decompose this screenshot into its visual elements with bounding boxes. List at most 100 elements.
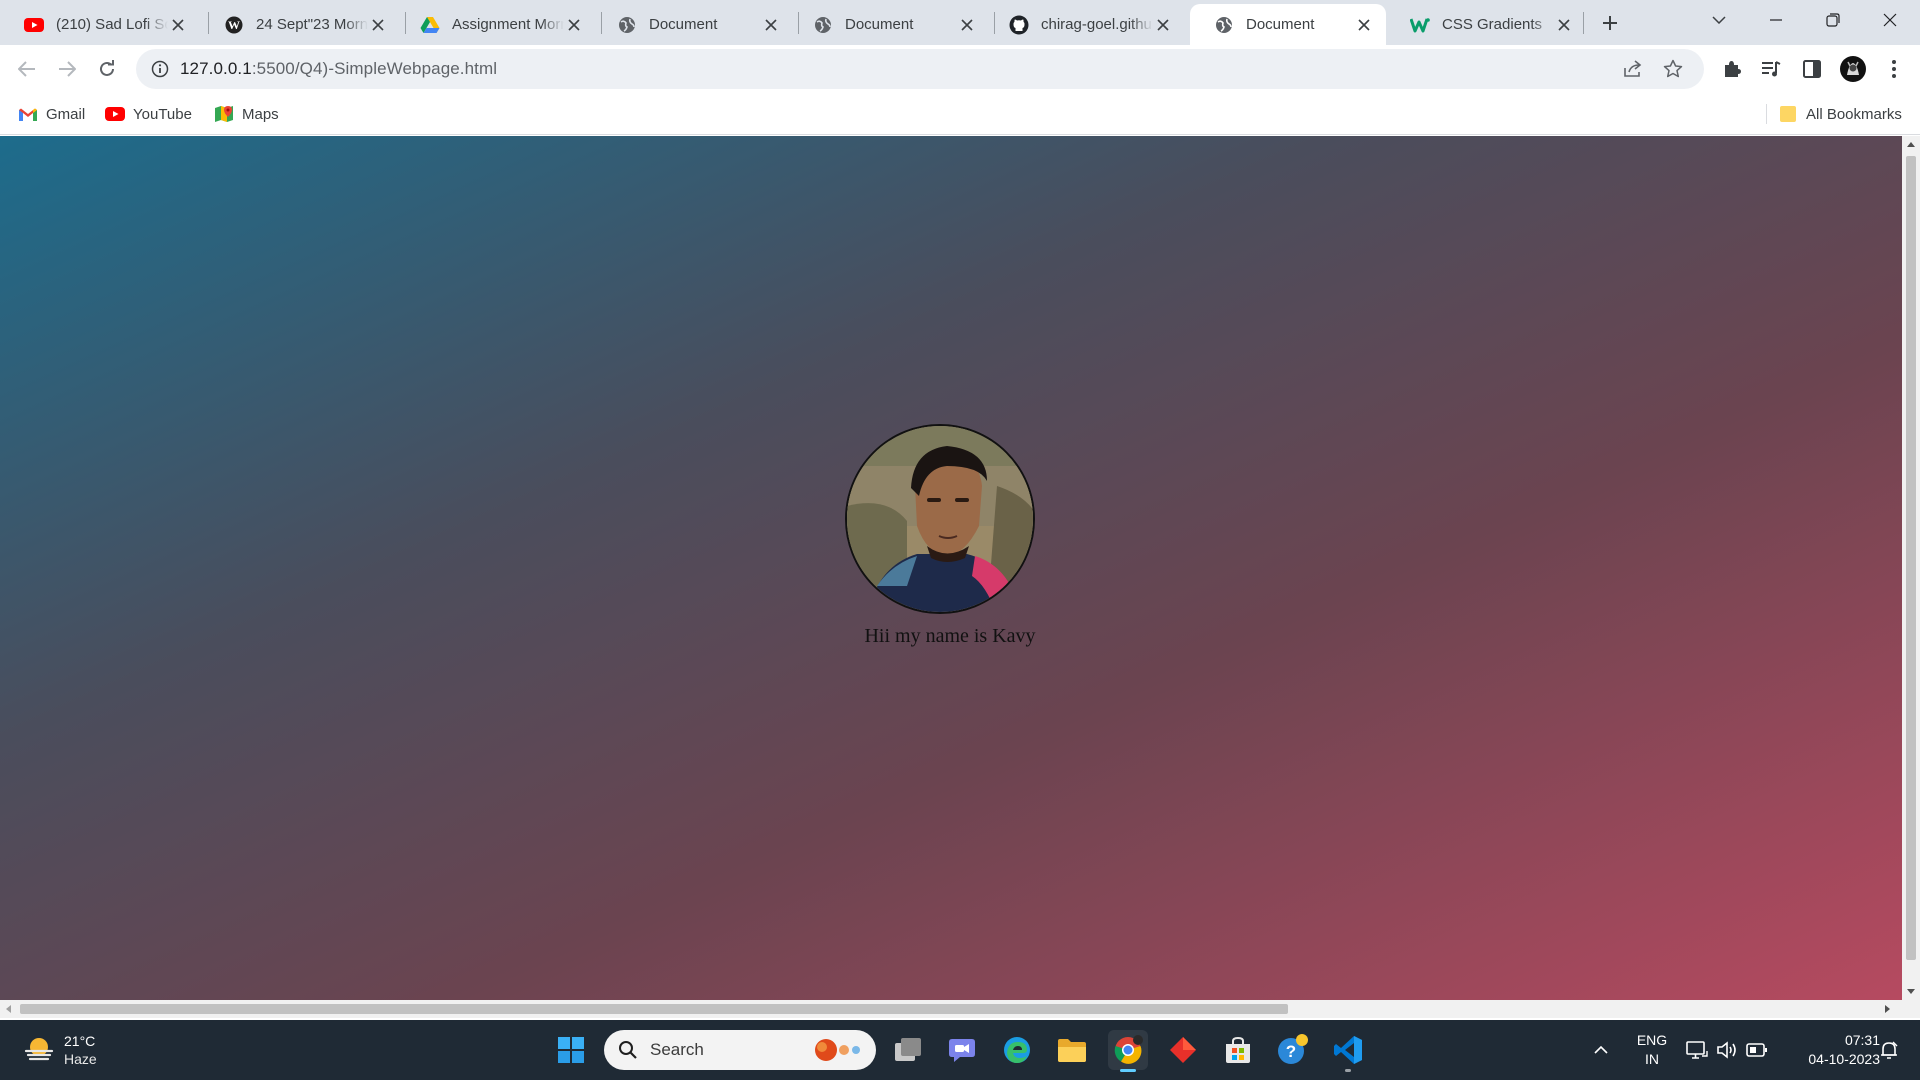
minimize-button[interactable] bbox=[1748, 0, 1804, 40]
bookmark-label: Gmail bbox=[46, 105, 86, 123]
weather-widget[interactable]: 21°C Haze bbox=[22, 1032, 97, 1068]
scroll-right-icon[interactable] bbox=[1885, 1005, 1890, 1013]
tab-1[interactable]: (210) Sad Lofi Songs bbox=[0, 4, 200, 45]
bookmark-youtube[interactable]: YouTube bbox=[105, 102, 192, 126]
close-icon[interactable] bbox=[957, 15, 977, 35]
media-controls-icon[interactable] bbox=[1757, 55, 1785, 83]
tab-title: 24 Sept"23 Morning bbox=[256, 16, 368, 33]
haze-sun-icon bbox=[24, 1038, 54, 1061]
tab-title: Assignment Morning bbox=[452, 16, 564, 33]
intro-text: Hii my name is Kavy bbox=[864, 625, 1036, 647]
horizontal-scrollbar[interactable] bbox=[0, 1000, 1920, 1018]
more-menu-icon[interactable] bbox=[1880, 55, 1908, 83]
get-help-button[interactable]: ? bbox=[1273, 1030, 1313, 1070]
youtube-icon bbox=[105, 104, 125, 124]
running-app-indicator bbox=[1345, 1069, 1351, 1072]
active-app-indicator bbox=[1120, 1069, 1136, 1072]
horizontal-scroll-thumb[interactable] bbox=[20, 1004, 1288, 1014]
show-hidden-icons-button[interactable] bbox=[1588, 1020, 1614, 1080]
tab-search-button[interactable] bbox=[1691, 0, 1747, 40]
clock[interactable]: 07:31 04-10-2023 bbox=[1780, 1020, 1880, 1080]
tab-2[interactable]: W 24 Sept"23 Morning bbox=[200, 4, 400, 45]
profile-avatar-icon[interactable] bbox=[1839, 55, 1867, 83]
globe-icon bbox=[617, 15, 637, 35]
teams-chat-button[interactable] bbox=[942, 1030, 982, 1070]
diamond-app-icon bbox=[1170, 1037, 1196, 1063]
bookmark-maps[interactable]: Maps bbox=[214, 102, 279, 126]
tab-title: Document bbox=[649, 16, 718, 33]
share-icon[interactable] bbox=[1621, 57, 1645, 81]
reload-button[interactable] bbox=[89, 51, 125, 87]
windows-taskbar: 21°C Haze Search ? ENG IN 07:31 04-10-20… bbox=[0, 1020, 1920, 1080]
close-icon[interactable] bbox=[368, 15, 388, 35]
chevron-down-icon bbox=[1712, 16, 1726, 24]
vscode-icon bbox=[1334, 1036, 1362, 1064]
new-tab-button[interactable] bbox=[1597, 10, 1623, 36]
globe-icon bbox=[1214, 15, 1234, 35]
microsoft-store-button[interactable] bbox=[1218, 1030, 1258, 1070]
globe-icon bbox=[813, 15, 833, 35]
scroll-up-icon[interactable] bbox=[1907, 142, 1915, 147]
bookmark-star-icon[interactable] bbox=[1661, 57, 1685, 81]
close-icon[interactable] bbox=[1354, 15, 1374, 35]
language-code: ENG bbox=[1636, 1032, 1668, 1048]
task-view-button[interactable] bbox=[888, 1030, 928, 1070]
tab-title: CSS Gradients bbox=[1442, 16, 1543, 33]
url-path: :5500/Q4)-SimpleWebpage.html bbox=[251, 59, 498, 78]
scroll-down-icon[interactable] bbox=[1907, 989, 1915, 994]
bookmark-gmail[interactable]: Gmail bbox=[18, 102, 85, 126]
address-bar[interactable]: 127.0.0.1:5500/Q4)-SimpleWebpage.html bbox=[136, 49, 1704, 89]
start-button[interactable] bbox=[551, 1030, 591, 1070]
tab-8[interactable]: CSS Gradients bbox=[1386, 4, 1586, 45]
minimize-icon bbox=[1770, 19, 1782, 21]
chrome-button[interactable] bbox=[1108, 1030, 1148, 1072]
edge-browser-button[interactable] bbox=[997, 1030, 1037, 1070]
bookmarks-bar: Gmail YouTube Maps All Bookmarks bbox=[0, 93, 1920, 135]
site-info-icon[interactable] bbox=[140, 60, 180, 78]
restore-button[interactable] bbox=[1805, 0, 1861, 40]
tab-3[interactable]: Assignment Morning bbox=[396, 4, 596, 45]
scroll-left-icon[interactable] bbox=[6, 1005, 11, 1013]
back-button[interactable] bbox=[9, 51, 45, 87]
vertical-scrollbar[interactable] bbox=[1902, 136, 1920, 1000]
tab-title: (210) Sad Lofi Songs bbox=[56, 16, 168, 33]
vscode-button[interactable] bbox=[1328, 1030, 1368, 1072]
language-indicator[interactable]: ENG IN bbox=[1628, 1020, 1676, 1080]
youtube-icon bbox=[24, 15, 44, 35]
close-icon[interactable] bbox=[168, 15, 188, 35]
extensions-icon[interactable] bbox=[1718, 55, 1746, 83]
tab-4[interactable]: Document bbox=[593, 4, 793, 45]
close-icon[interactable] bbox=[564, 15, 584, 35]
vertical-scroll-thumb[interactable] bbox=[1906, 156, 1916, 960]
arrow-left-icon bbox=[18, 61, 35, 77]
notifications-button[interactable] bbox=[1874, 1020, 1904, 1080]
clock-date: 04-10-2023 bbox=[1808, 1051, 1880, 1067]
side-panel-icon[interactable] bbox=[1798, 55, 1826, 83]
quick-settings-button[interactable] bbox=[1684, 1020, 1770, 1080]
all-bookmarks-label: All Bookmarks bbox=[1806, 105, 1902, 123]
taskbar-search[interactable]: Search bbox=[604, 1030, 876, 1070]
network-icon bbox=[1686, 1041, 1708, 1059]
bookmark-label: YouTube bbox=[133, 105, 192, 123]
weather-text: 21°C Haze bbox=[64, 1032, 97, 1068]
profile-photo bbox=[845, 424, 1035, 614]
maps-icon bbox=[214, 104, 234, 124]
forward-button[interactable] bbox=[49, 51, 85, 87]
close-icon[interactable] bbox=[1554, 15, 1574, 35]
chrome-icon bbox=[1114, 1035, 1143, 1064]
help-icon: ? bbox=[1278, 1034, 1308, 1064]
file-explorer-button[interactable] bbox=[1052, 1030, 1092, 1070]
all-bookmarks-button[interactable]: All Bookmarks bbox=[1778, 102, 1902, 126]
svg-text:W: W bbox=[228, 18, 240, 32]
tab-5[interactable]: Document bbox=[789, 4, 989, 45]
git-app-button[interactable] bbox=[1163, 1030, 1203, 1070]
arrow-right-icon bbox=[59, 61, 76, 77]
close-icon[interactable] bbox=[1153, 15, 1173, 35]
close-icon[interactable] bbox=[761, 15, 781, 35]
close-window-button[interactable] bbox=[1862, 0, 1918, 40]
tab-6[interactable]: chirag-goel.github.io bbox=[985, 4, 1185, 45]
close-icon bbox=[1883, 13, 1897, 27]
google-drive-icon bbox=[420, 15, 440, 35]
tab-7-active[interactable]: Document bbox=[1190, 4, 1386, 45]
clock-time: 07:31 bbox=[1844, 1032, 1880, 1048]
